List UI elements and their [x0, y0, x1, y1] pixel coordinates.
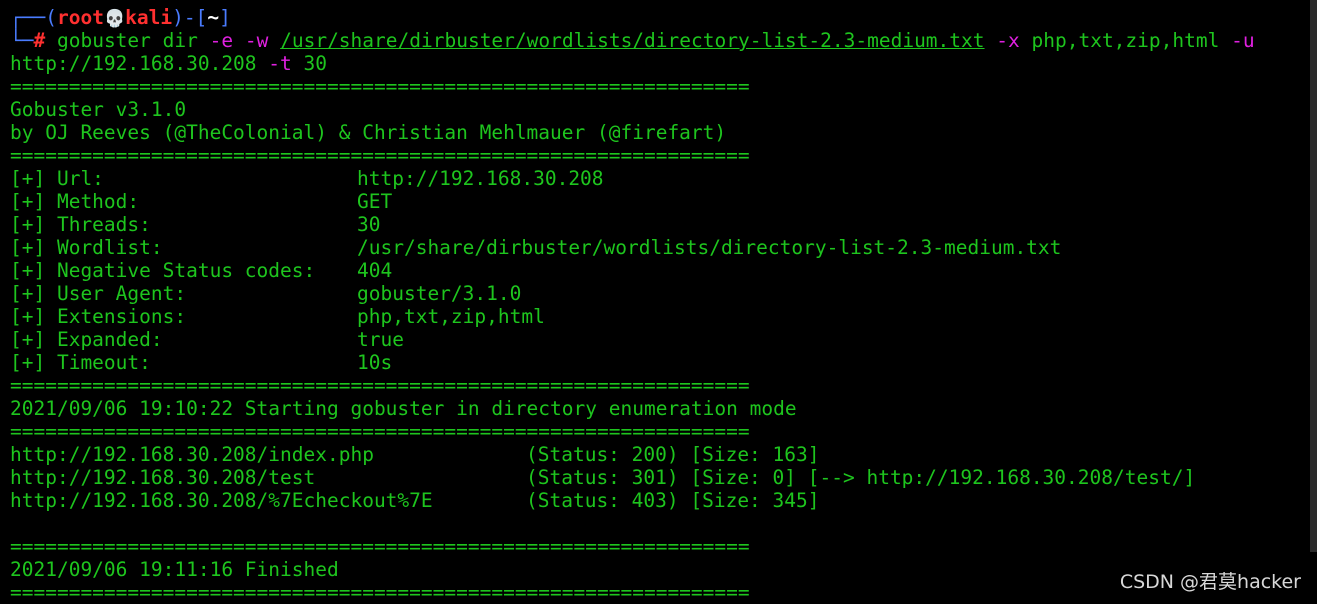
config-row: [+] Method: GET — [10, 190, 1300, 213]
command-opt-u: -u — [1231, 29, 1255, 52]
config-value: http://192.168.30.208 — [357, 167, 604, 190]
command-line: └─# gobuster dir -e -w /usr/share/dirbus… — [10, 29, 1300, 52]
config-label: [+] Negative Status codes: — [10, 259, 316, 282]
config-label: [+] Expanded: — [10, 328, 163, 351]
command-wordlist-path: /usr/share/dirbuster/wordlists/directory… — [280, 29, 985, 52]
separator: ========================================… — [10, 374, 750, 397]
prompt-host: kali — [125, 6, 173, 29]
result-row: http://192.168.30.208/index.php (Status: … — [10, 443, 1300, 466]
prompt-line: ┌──(root💀kali)-[~] — [10, 6, 1300, 29]
config-value: php,txt,zip,html — [357, 305, 545, 328]
prompt-user: root — [56, 6, 104, 29]
prompt-bracket-close: ] — [219, 6, 231, 29]
config-value: gobuster/3.1.0 — [357, 282, 522, 305]
separator: ========================================… — [10, 144, 750, 167]
banner-authors: by OJ Reeves (@TheColonial) & Christian … — [10, 121, 727, 144]
command-opt-e: -e — [209, 29, 234, 52]
command-threads: 30 — [303, 52, 328, 75]
command-extensions: php,txt,zip,html — [1031, 29, 1220, 52]
config-value: /usr/share/dirbuster/wordlists/directory… — [357, 236, 1062, 259]
result-status: (Status: 200) [Size: 163] — [526, 443, 820, 466]
finish-message: 2021/09/06 19:11:16 Finished — [10, 558, 339, 581]
terminal-output: ┌──(root💀kali)-[~] └─# gobuster dir -e -… — [10, 6, 1300, 604]
config-value: 10s — [357, 351, 393, 374]
start-message: 2021/09/06 19:10:22 Starting gobuster in… — [10, 397, 797, 420]
command-opt-x: -x — [996, 29, 1020, 52]
config-value: GET — [357, 190, 393, 213]
result-row: http://192.168.30.208/test (Status: 301) … — [10, 466, 1300, 489]
separator: ========================================… — [10, 420, 750, 443]
separator: ========================================… — [10, 75, 750, 98]
prompt-corner-top: ┌──( — [10, 6, 57, 29]
config-row: [+] Url: http://192.168.30.208 — [10, 167, 1300, 190]
command-subcommand: dir — [162, 29, 198, 52]
result-status: (Status: 403) [Size: 345] — [526, 489, 820, 512]
config-row: [+] Threads: 30 — [10, 213, 1300, 236]
config-row: [+] Wordlist: /usr/share/dirbuster/wordli… — [10, 236, 1300, 259]
watermark: CSDN @君莫hacker — [1119, 571, 1301, 593]
config-row: [+] Timeout: 10s — [10, 351, 1300, 374]
result-url: http://192.168.30.208/%7Echeckout%7E — [10, 489, 433, 512]
config-label: [+] Threads: — [10, 213, 151, 236]
separator: ========================================… — [10, 581, 750, 604]
result-status: (Status: 301) [Size: 0] [--> http://192.… — [526, 466, 1196, 489]
prompt-dir: ~ — [207, 6, 220, 29]
config-row: [+] Expanded: true — [10, 328, 1300, 351]
config-row: [+] User Agent: gobuster/3.1.0 — [10, 282, 1300, 305]
config-row: [+] Negative Status codes: 404 — [10, 259, 1300, 282]
command-program: gobuster — [56, 29, 151, 52]
result-url: http://192.168.30.208/test — [10, 466, 316, 489]
prompt-corner-bottom: └─ — [10, 29, 34, 52]
banner-version: Gobuster v3.1.0 — [10, 98, 187, 121]
config-label: [+] Wordlist: — [10, 236, 163, 259]
result-url: http://192.168.30.208/index.php — [10, 443, 374, 466]
config-value: 404 — [357, 259, 393, 282]
config-label: [+] Timeout: — [10, 351, 151, 374]
config-label: [+] User Agent: — [10, 282, 187, 305]
command-opt-t: -t — [268, 52, 292, 75]
config-row: [+] Extensions: php,txt,zip,html — [10, 305, 1300, 328]
command-opt-w: -w — [244, 29, 269, 52]
separator: ========================================… — [10, 535, 750, 558]
config-label: [+] Url: — [10, 167, 104, 190]
terminal-scrollbar[interactable] — [1310, 0, 1317, 552]
command-url: http://192.168.30.208 — [10, 52, 257, 75]
prompt-hash: # — [33, 29, 46, 52]
command-line-wrap: http://192.168.30.208 -t 30 — [10, 52, 1300, 75]
config-value: true — [357, 328, 404, 351]
prompt-bracket: )-[ — [172, 6, 208, 29]
config-label: [+] Method: — [10, 190, 140, 213]
result-row: http://192.168.30.208/%7Echeckout%7E (Sta… — [10, 489, 1300, 512]
skull-icon: 💀 — [103, 9, 126, 29]
config-value: 30 — [357, 213, 381, 236]
config-label: [+] Extensions: — [10, 305, 187, 328]
